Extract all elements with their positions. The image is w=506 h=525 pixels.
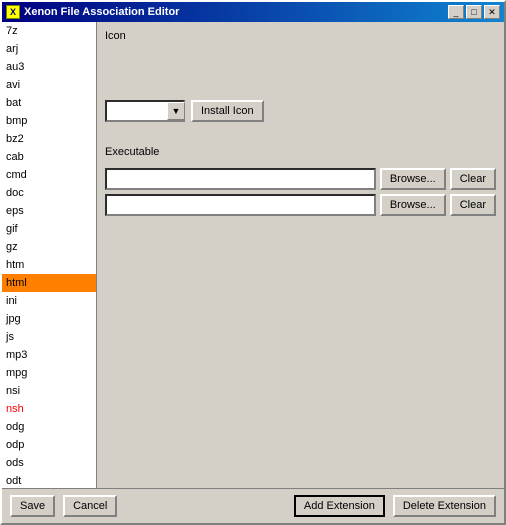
icon-combo-input[interactable] [107, 102, 167, 120]
bottom-bar: Save Cancel Add Extension Delete Extensi… [2, 488, 504, 523]
sidebar-item[interactable]: bmp [2, 112, 96, 130]
delete-extension-button[interactable]: Delete Extension [393, 495, 496, 517]
sidebar-item[interactable]: cmd [2, 166, 96, 184]
sidebar-item[interactable]: arj [2, 40, 96, 58]
title-buttons: _ □ ✕ [448, 5, 500, 19]
sidebar-item[interactable]: odg [2, 418, 96, 436]
main-panel: Icon ▼ Install Icon Executable Browse...… [97, 22, 504, 488]
executable-section: Executable Browse... Clear Browse... Cle… [105, 146, 496, 216]
add-extension-button[interactable]: Add Extension [294, 495, 385, 517]
icon-row: ▼ Install Icon [105, 100, 496, 122]
sidebar-item[interactable]: bz2 [2, 130, 96, 148]
cancel-button[interactable]: Cancel [63, 495, 117, 517]
sidebar-item[interactable]: au3 [2, 58, 96, 76]
browse-button-2[interactable]: Browse... [380, 194, 446, 216]
sidebar-item[interactable]: nsh [2, 400, 96, 418]
icon-preview-area [105, 54, 496, 94]
close-button[interactable]: ✕ [484, 5, 500, 19]
install-icon-button[interactable]: Install Icon [191, 100, 264, 122]
exec-input-1[interactable] [105, 168, 376, 190]
maximize-button[interactable]: □ [466, 5, 482, 19]
window-title: Xenon File Association Editor [24, 6, 179, 18]
icon-label: Icon [105, 30, 496, 42]
sidebar-item[interactable]: jpg [2, 310, 96, 328]
icon-section: Icon ▼ Install Icon [105, 30, 496, 122]
window-content: 7zarjau3avibatbmpbz2cabcmddocepsgifgzhtm… [2, 22, 504, 488]
icon-combo-wrapper[interactable]: ▼ [105, 100, 185, 122]
bottom-left-buttons: Save Cancel [10, 495, 117, 517]
sidebar-item[interactable]: eps [2, 202, 96, 220]
bottom-right-buttons: Add Extension Delete Extension [294, 495, 496, 517]
exec-row-1: Browse... Clear [105, 168, 496, 190]
clear-button-2[interactable]: Clear [450, 194, 496, 216]
sidebar-item[interactable]: htm [2, 256, 96, 274]
sidebar-item[interactable]: avi [2, 76, 96, 94]
sidebar-item[interactable]: mpg [2, 364, 96, 382]
sidebar[interactable]: 7zarjau3avibatbmpbz2cabcmddocepsgifgzhtm… [2, 22, 97, 488]
exec-row-2: Browse... Clear [105, 194, 496, 216]
sidebar-item[interactable]: gif [2, 220, 96, 238]
combo-dropdown-arrow[interactable]: ▼ [167, 102, 185, 120]
sidebar-item[interactable]: 7z [2, 22, 96, 40]
sidebar-item[interactable]: odt [2, 472, 96, 488]
executable-label: Executable [105, 146, 496, 158]
sidebar-item[interactable]: mp3 [2, 346, 96, 364]
minimize-button[interactable]: _ [448, 5, 464, 19]
sidebar-item[interactable]: odp [2, 436, 96, 454]
sidebar-item[interactable]: ods [2, 454, 96, 472]
sidebar-item[interactable]: ini [2, 292, 96, 310]
sidebar-item[interactable]: js [2, 328, 96, 346]
title-bar: X Xenon File Association Editor _ □ ✕ [2, 2, 504, 22]
browse-button-1[interactable]: Browse... [380, 168, 446, 190]
sidebar-item[interactable]: bat [2, 94, 96, 112]
title-bar-left: X Xenon File Association Editor [6, 5, 179, 19]
clear-button-1[interactable]: Clear [450, 168, 496, 190]
main-window: X Xenon File Association Editor _ □ ✕ 7z… [0, 0, 506, 525]
sidebar-item[interactable]: html [2, 274, 96, 292]
sidebar-item[interactable]: cab [2, 148, 96, 166]
sidebar-item[interactable]: nsi [2, 382, 96, 400]
sidebar-item[interactable]: gz [2, 238, 96, 256]
exec-input-2[interactable] [105, 194, 376, 216]
app-icon: X [6, 5, 20, 19]
save-button[interactable]: Save [10, 495, 55, 517]
sidebar-item[interactable]: doc [2, 184, 96, 202]
